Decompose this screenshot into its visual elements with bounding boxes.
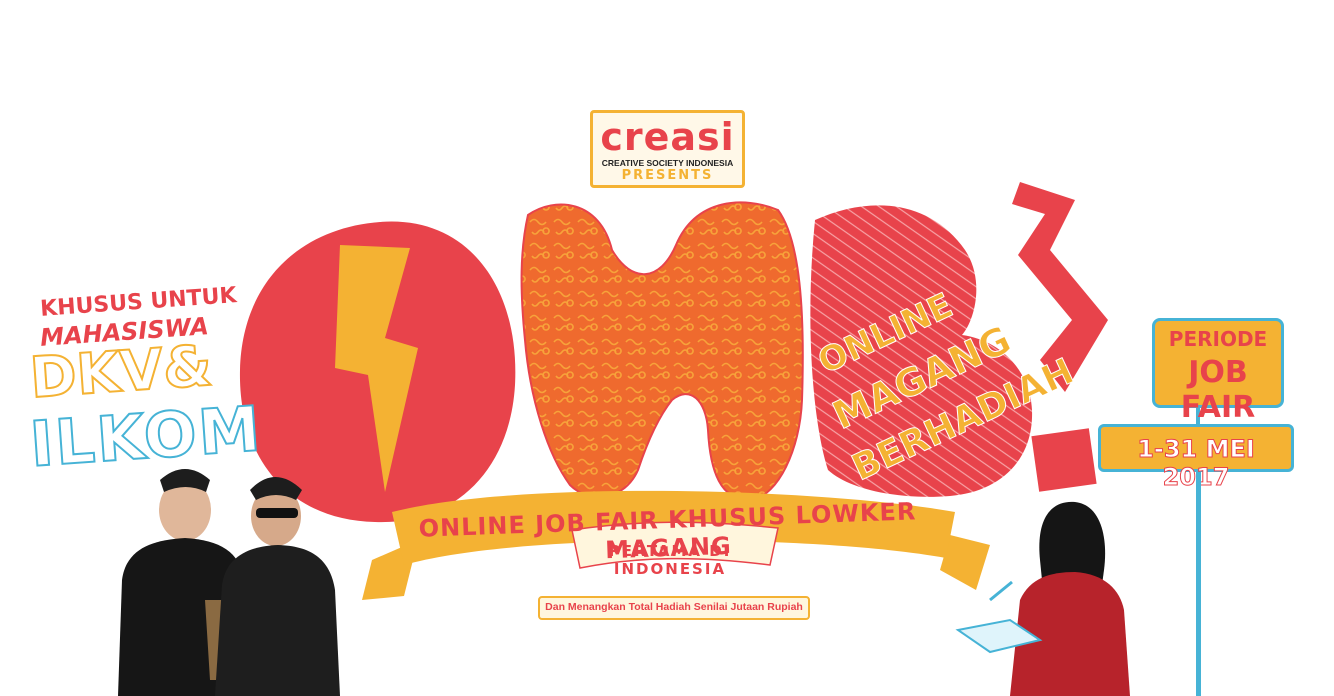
- prize-text: Dan Menangkan Total Hadiah Senilai Jutaa…: [545, 601, 803, 613]
- pen-icon: [989, 580, 1013, 602]
- prize-banner: Dan Menangkan Total Hadiah Senilai Jutaa…: [538, 596, 810, 620]
- letter-o: [239, 221, 516, 523]
- periode-label: PERIODE: [1168, 327, 1268, 351]
- letter-m: [520, 201, 804, 502]
- sign-pole: [1196, 472, 1201, 696]
- red-square: [1031, 428, 1097, 492]
- job-fair-title: JOB FAIR: [1180, 355, 1256, 425]
- ribbon-sub-text: PERTAMA DI INDONESIA: [608, 542, 732, 578]
- student-woman: [955, 501, 1130, 696]
- periode-sign: PERIODE JOB FAIR: [1152, 318, 1284, 425]
- date-sign: 1-31 MEI 2017: [1098, 424, 1294, 492]
